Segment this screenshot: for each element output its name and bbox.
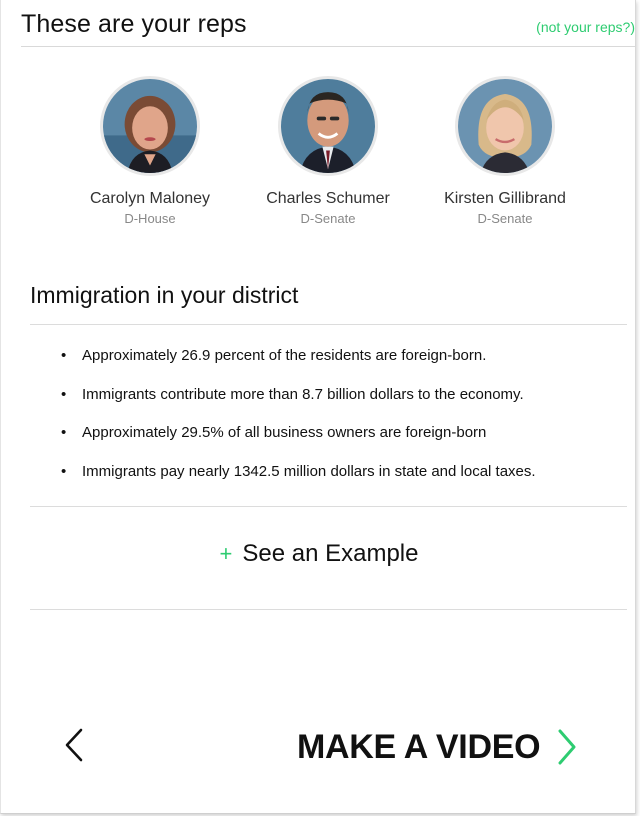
avatar (278, 76, 378, 176)
section-title: Immigration in your district (30, 282, 299, 308)
fact-text: Approximately 29.5% of all business owne… (82, 424, 487, 441)
divider (30, 324, 627, 325)
reps-list: Carolyn Maloney D-House Charles Schumer (1, 76, 637, 236)
rep-party: D-Senate (477, 211, 533, 226)
bullet-icon: • (61, 385, 67, 403)
chevron-left-icon (65, 728, 83, 762)
rep-party: D-Senate (300, 211, 356, 226)
avatar (100, 76, 200, 176)
not-your-reps-link[interactable]: (not your reps?) (536, 19, 635, 35)
rep-party: D-House (124, 211, 176, 226)
chevron-right-icon (558, 729, 576, 765)
list-item: • Immigrants contribute more than 8.7 bi… (61, 386, 631, 425)
list-item: • Immigrants pay nearly 1342.5 million d… (61, 463, 631, 502)
page-title: These are your reps (21, 10, 247, 38)
plus-icon: + (219, 541, 233, 566)
rep-name: Kirsten Gillibrand (444, 190, 566, 207)
rep-name: Charles Schumer (266, 190, 390, 207)
bullet-icon: • (61, 462, 67, 480)
divider (21, 46, 635, 47)
rep-card[interactable]: Kirsten Gillibrand D-Senate (410, 76, 600, 226)
divider (30, 506, 627, 507)
fact-text: Immigrants contribute more than 8.7 bill… (82, 385, 524, 403)
rep-card[interactable]: Charles Schumer D-Senate (233, 76, 423, 226)
rep-card[interactable]: Carolyn Maloney D-House (55, 76, 245, 226)
see-example-toggle[interactable]: + See an Example (1, 540, 637, 568)
header: These are your reps (not your reps?) (21, 10, 637, 46)
reps-card: These are your reps (not your reps?) Car… (0, 0, 636, 814)
bullet-icon: • (61, 424, 67, 441)
fact-text: Approximately 26.9 percent of the reside… (82, 347, 487, 364)
divider (30, 609, 627, 610)
list-item: • Approximately 26.9 percent of the resi… (61, 347, 631, 386)
bullet-icon: • (61, 347, 67, 364)
make-video-label: MAKE A VIDEO (297, 727, 541, 766)
facts-list: • Approximately 26.9 percent of the resi… (61, 347, 631, 501)
rep-name: Carolyn Maloney (89, 190, 211, 207)
back-button[interactable] (57, 722, 93, 768)
list-item: • Approximately 29.5% of all business ow… (61, 424, 631, 463)
see-example-label: See an Example (242, 540, 419, 567)
avatar (455, 76, 555, 176)
make-video-button[interactable]: MAKE A VIDEO (297, 724, 582, 770)
fact-text: Immigrants pay nearly 1342.5 million dol… (82, 462, 536, 480)
